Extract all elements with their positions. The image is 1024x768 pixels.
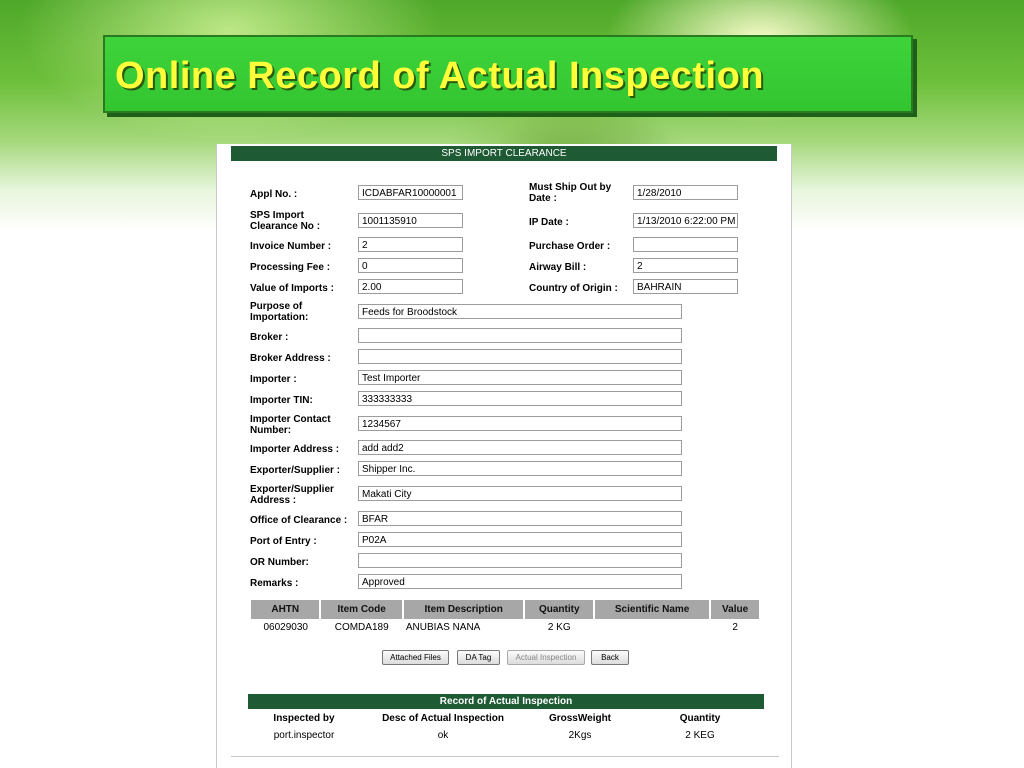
sps-no-label: SPS Import Clearance No : [250,210,321,232]
record-header: Record of Actual Inspection [248,694,764,709]
cell-item-description: ANUBIAS NANA [405,622,481,633]
purchase-order-field[interactable] [633,237,738,252]
record-col-desc: Desc of Actual Inspection [382,713,504,724]
slide-title: Online Record of Actual Inspection [115,55,764,97]
appl-no-label: Appl No. : [250,189,298,200]
office-clearance-label: Office of Clearance : [250,515,348,526]
da-tag-button[interactable]: DA Tag [457,650,500,665]
must-ship-field[interactable]: 1/28/2010 [633,185,738,200]
col-scientific-name: Scientific Name [594,600,712,619]
airway-bill-field[interactable]: 2 [633,258,738,273]
exporter-address-label: Exporter/Supplier Address : [250,484,334,506]
record-col-grossweight: GrossWeight [548,713,612,724]
table-row: 06029030 COMDA189 ANUBIAS NANA 2 KG 2 [251,619,760,636]
invoice-label: Invoice Number : [250,241,332,252]
exporter-field[interactable]: Shipper Inc. [358,461,682,476]
record-value-grossweight: 2Kgs [568,730,592,741]
clearance-form-screenshot: SPS IMPORT CLEARANCE Appl No. : ICDABFAR… [216,144,792,768]
importer-address-label: Importer Address : [250,444,340,455]
cell-ahtn: 06029030 [263,622,308,633]
port-entry-field[interactable]: P02A [358,532,682,547]
record-value-desc: ok [437,730,449,741]
importer-tin-label: Importer TIN: [250,395,313,406]
record-col-quantity: Quantity [679,713,721,724]
cell-quantity: 2 KG [547,622,571,633]
purpose-label: Purpose of Importation: [250,301,309,323]
must-ship-label: Must Ship Out by Date : [529,182,612,204]
broker-label: Broker : [250,332,289,343]
processing-fee-field[interactable]: 0 [358,258,463,273]
purpose-field[interactable]: Feeds for Broodstock [358,304,682,319]
importer-field[interactable]: Test Importer [358,370,682,385]
exporter-address-field[interactable]: Makati City [358,486,682,501]
record-value-quantity: 2 KEG [685,730,715,741]
broker-address-label: Broker Address : [250,353,331,364]
purchase-order-label: Purchase Order : [529,241,611,252]
record-col-inspected-by: Inspected by [273,713,335,724]
items-table-header-row: AHTN Item Code Item Description Quantity… [251,600,761,619]
remarks-label: Remarks : [250,578,299,589]
port-entry-label: Port of Entry : [250,536,317,547]
importer-address-field[interactable]: add add2 [358,440,682,455]
items-table: AHTN Item Code Item Description Quantity… [251,600,761,636]
ip-date-label: IP Date : [529,217,569,228]
broker-field[interactable] [358,328,682,343]
slide-title-bar: Online Record of Actual Inspection [103,35,913,113]
divider [231,756,779,757]
importer-contact-field[interactable]: 1234567 [358,416,682,431]
importer-tin-field[interactable]: 333333333 [358,391,682,406]
or-number-label: OR Number: [250,557,309,568]
invoice-field[interactable]: 2 [358,237,463,252]
record-value-inspected-by: port.inspector [273,730,335,741]
col-item-description: Item Description [402,600,526,619]
cell-value: 2 [732,622,738,633]
remarks-field[interactable]: Approved [358,574,682,589]
attached-files-button[interactable]: Attached Files [382,650,449,665]
country-origin-label: Country of Origin : [529,283,618,294]
col-item-code: Item Code [320,600,404,619]
col-ahtn: AHTN [251,600,322,619]
or-number-field[interactable] [358,553,682,568]
cell-item-code: COMDA189 [334,622,389,633]
appl-no-field[interactable]: ICDABFAR10000001 [358,185,463,200]
office-clearance-field[interactable]: BFAR [358,511,682,526]
value-imports-field[interactable]: 2.00 [358,279,463,294]
importer-contact-label: Importer Contact Number: [250,414,331,436]
airway-bill-label: Airway Bill : [529,262,587,273]
processing-fee-label: Processing Fee : [250,262,331,273]
cell-scientific-name [594,619,710,636]
back-button[interactable]: Back [591,650,629,665]
col-quantity: Quantity [524,600,596,619]
ip-date-field[interactable]: 1/13/2010 6:22:00 PM [633,213,738,228]
importer-label: Importer : [250,374,297,385]
actual-inspection-button[interactable]: Actual Inspection [507,650,585,665]
exporter-label: Exporter/Supplier : [250,465,341,476]
form-header: SPS IMPORT CLEARANCE [231,146,777,161]
col-value: Value [710,600,761,619]
country-origin-field[interactable]: BAHRAIN [633,279,738,294]
value-imports-label: Value of Imports : [250,283,334,294]
broker-address-field[interactable] [358,349,682,364]
sps-no-field[interactable]: 1001135910 [358,213,463,228]
